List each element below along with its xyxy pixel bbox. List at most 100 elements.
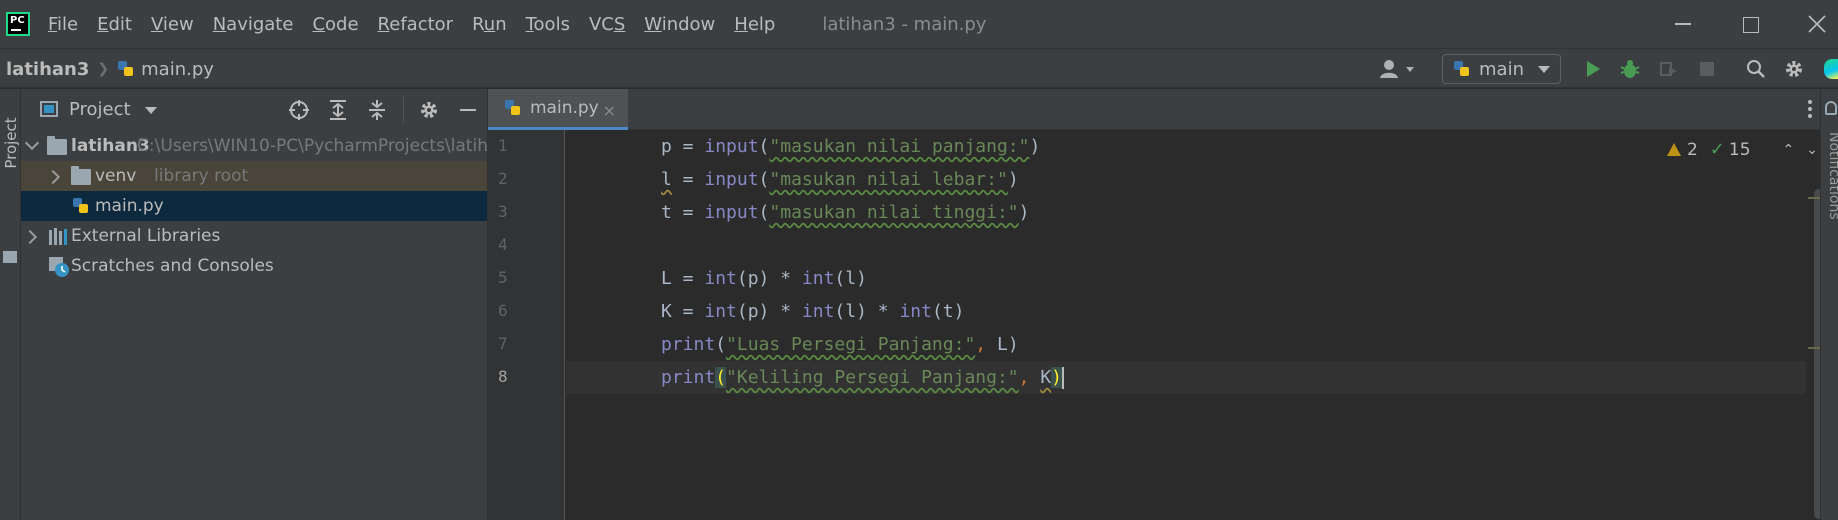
- tree-item-main-py[interactable]: main.py: [21, 191, 487, 221]
- close-window-icon[interactable]: [1805, 12, 1829, 36]
- scratches-icon: [48, 256, 70, 278]
- code-line[interactable]: p = input("masukan nilai panjang:"): [566, 130, 1806, 163]
- minimize-icon[interactable]: [1671, 12, 1695, 36]
- line-number: 7: [498, 334, 508, 353]
- code-builtin: input: [704, 202, 759, 223]
- menu-refactor[interactable]: Refactor: [378, 14, 454, 35]
- code-builtin: print: [661, 334, 716, 355]
- gear-icon[interactable]: [1782, 57, 1806, 81]
- code-builtin: input: [704, 136, 759, 157]
- code-line[interactable]: l = input("masukan nilai lebar:"): [566, 163, 1806, 196]
- code-line[interactable]: L = int(p) * int(l): [566, 262, 1806, 295]
- warning-count: 2: [1686, 139, 1698, 160]
- breadcrumb-file[interactable]: main.py: [141, 59, 214, 80]
- code-token: L =: [661, 268, 705, 289]
- line-number-current: 8: [498, 367, 508, 386]
- menu-code[interactable]: Code: [312, 14, 358, 35]
- window-title: latihan3 - main.py: [822, 13, 987, 35]
- navigation-bar: latihan3 ❯ main.py main: [0, 48, 1838, 88]
- tree-item-scratches[interactable]: Scratches and Consoles: [21, 251, 487, 281]
- menu-window[interactable]: Window: [644, 14, 715, 35]
- line-number: 3: [498, 202, 508, 221]
- stop-icon[interactable]: [1695, 57, 1719, 81]
- tree-item-project-root[interactable]: latihan3 C:\Users\WIN10-PC\PycharmProjec…: [21, 131, 520, 161]
- locate-target-icon[interactable]: [287, 98, 311, 122]
- hide-panel-icon[interactable]: [456, 98, 480, 122]
- code-line-empty[interactable]: [566, 229, 1806, 262]
- tree-item-external-libraries[interactable]: External Libraries: [21, 221, 487, 251]
- menu-vcs[interactable]: VCS: [589, 14, 625, 35]
- previous-highlight-icon[interactable]: ⌃: [1783, 142, 1795, 158]
- debug-bug-icon[interactable]: [1618, 57, 1642, 81]
- matched-brace: ): [1051, 367, 1063, 388]
- run-icon[interactable]: [1581, 57, 1605, 81]
- expand-all-icon[interactable]: [326, 98, 350, 122]
- menu-run[interactable]: Run: [472, 14, 507, 35]
- notifications-bell-icon[interactable]: [1825, 101, 1837, 115]
- code-string: "Luas Persegi Panjang:": [726, 334, 976, 355]
- project-tool-window-button[interactable]: Project: [0, 89, 21, 239]
- code-builtin: int: [704, 301, 737, 322]
- tree-item-label: External Libraries: [71, 226, 221, 246]
- gear-icon[interactable]: [417, 98, 441, 122]
- user-dropdown-button[interactable]: [1378, 57, 1418, 81]
- code-builtin: int: [899, 301, 932, 322]
- tab-label: main.py: [530, 98, 599, 118]
- next-highlight-icon[interactable]: ⌄: [1806, 142, 1818, 158]
- chevron-down-icon[interactable]: [145, 107, 157, 114]
- code-builtin: int: [801, 301, 835, 322]
- chevron-right-icon[interactable]: [48, 171, 58, 181]
- line-number: 1: [498, 136, 508, 155]
- warning-icon: [1666, 143, 1681, 156]
- matched-brace: (: [715, 367, 727, 388]
- code-variable: p: [661, 136, 672, 157]
- code-string: "Keliling Persegi Panjang:": [726, 367, 1019, 388]
- jetbrains-ai-icon[interactable]: [1824, 59, 1838, 79]
- code-editor[interactable]: p = input("masukan nilai panjang:") l = …: [566, 130, 1806, 520]
- project-view-selector[interactable]: Project: [69, 99, 131, 120]
- menu-help[interactable]: Help: [734, 14, 775, 35]
- menu-tools[interactable]: Tools: [526, 14, 570, 35]
- run-configuration-dropdown[interactable]: main: [1442, 54, 1561, 84]
- inspection-widget[interactable]: 2 ✓ 15 ⌃ ⌄: [1666, 139, 1818, 160]
- close-tab-icon[interactable]: ×: [603, 101, 616, 120]
- menu-edit[interactable]: Edit: [97, 14, 132, 35]
- code-variable: L: [996, 334, 1008, 355]
- chevron-down-icon[interactable]: [27, 138, 37, 148]
- tree-item-venv[interactable]: venv library root: [21, 161, 487, 191]
- project-view-icon: [40, 101, 58, 117]
- tab-main-py[interactable]: main.py ×: [488, 89, 628, 130]
- code-token: (p) *: [736, 268, 802, 289]
- more-options-icon[interactable]: [1807, 97, 1813, 121]
- chevron-right-icon[interactable]: [25, 231, 35, 241]
- run-configuration-label: main: [1479, 58, 1524, 80]
- python-file-icon: [117, 60, 135, 78]
- text-cursor: [1062, 367, 1065, 389]
- python-file-icon: [72, 197, 90, 215]
- search-icon[interactable]: [1744, 57, 1768, 81]
- menu-navigate[interactable]: Navigate: [213, 14, 294, 35]
- breadcrumb-project[interactable]: latihan3: [6, 59, 89, 80]
- right-tool-strip: Notifications: [1820, 89, 1838, 520]
- menu-file[interactable]: File: [48, 14, 78, 35]
- menu-view[interactable]: View: [151, 14, 194, 35]
- maximize-icon[interactable]: [1738, 12, 1762, 36]
- breadcrumb: latihan3 ❯ main.py: [6, 49, 214, 89]
- code-token: K =: [661, 301, 705, 322]
- line-number: 6: [498, 301, 508, 320]
- left-tool-strip: Project: [0, 89, 21, 520]
- line-number: 2: [498, 169, 508, 188]
- code-string: "masukan nilai lebar:": [769, 169, 1008, 190]
- notifications-tool-label[interactable]: Notifications: [1826, 132, 1838, 242]
- code-line[interactable]: K = int(p) * int(l) * int(t): [566, 295, 1806, 328]
- code-line[interactable]: print("Luas Persegi Panjang:", L): [566, 328, 1806, 361]
- collapse-all-icon[interactable]: [365, 98, 389, 122]
- code-line[interactable]: t = input("masukan nilai tinggi:"): [566, 196, 1806, 229]
- editor-area: main.py × 1 2 3 4 5 6 7 8 p = input("mas…: [487, 89, 1838, 520]
- run-with-coverage-icon[interactable]: [1657, 57, 1681, 81]
- folder-icon[interactable]: [3, 251, 17, 263]
- code-builtin: print: [661, 367, 716, 388]
- code-line-current[interactable]: print("Keliling Persegi Panjang:", K): [566, 361, 1806, 394]
- tree-item-label: main.py: [95, 196, 164, 216]
- code-builtin: input: [704, 169, 759, 190]
